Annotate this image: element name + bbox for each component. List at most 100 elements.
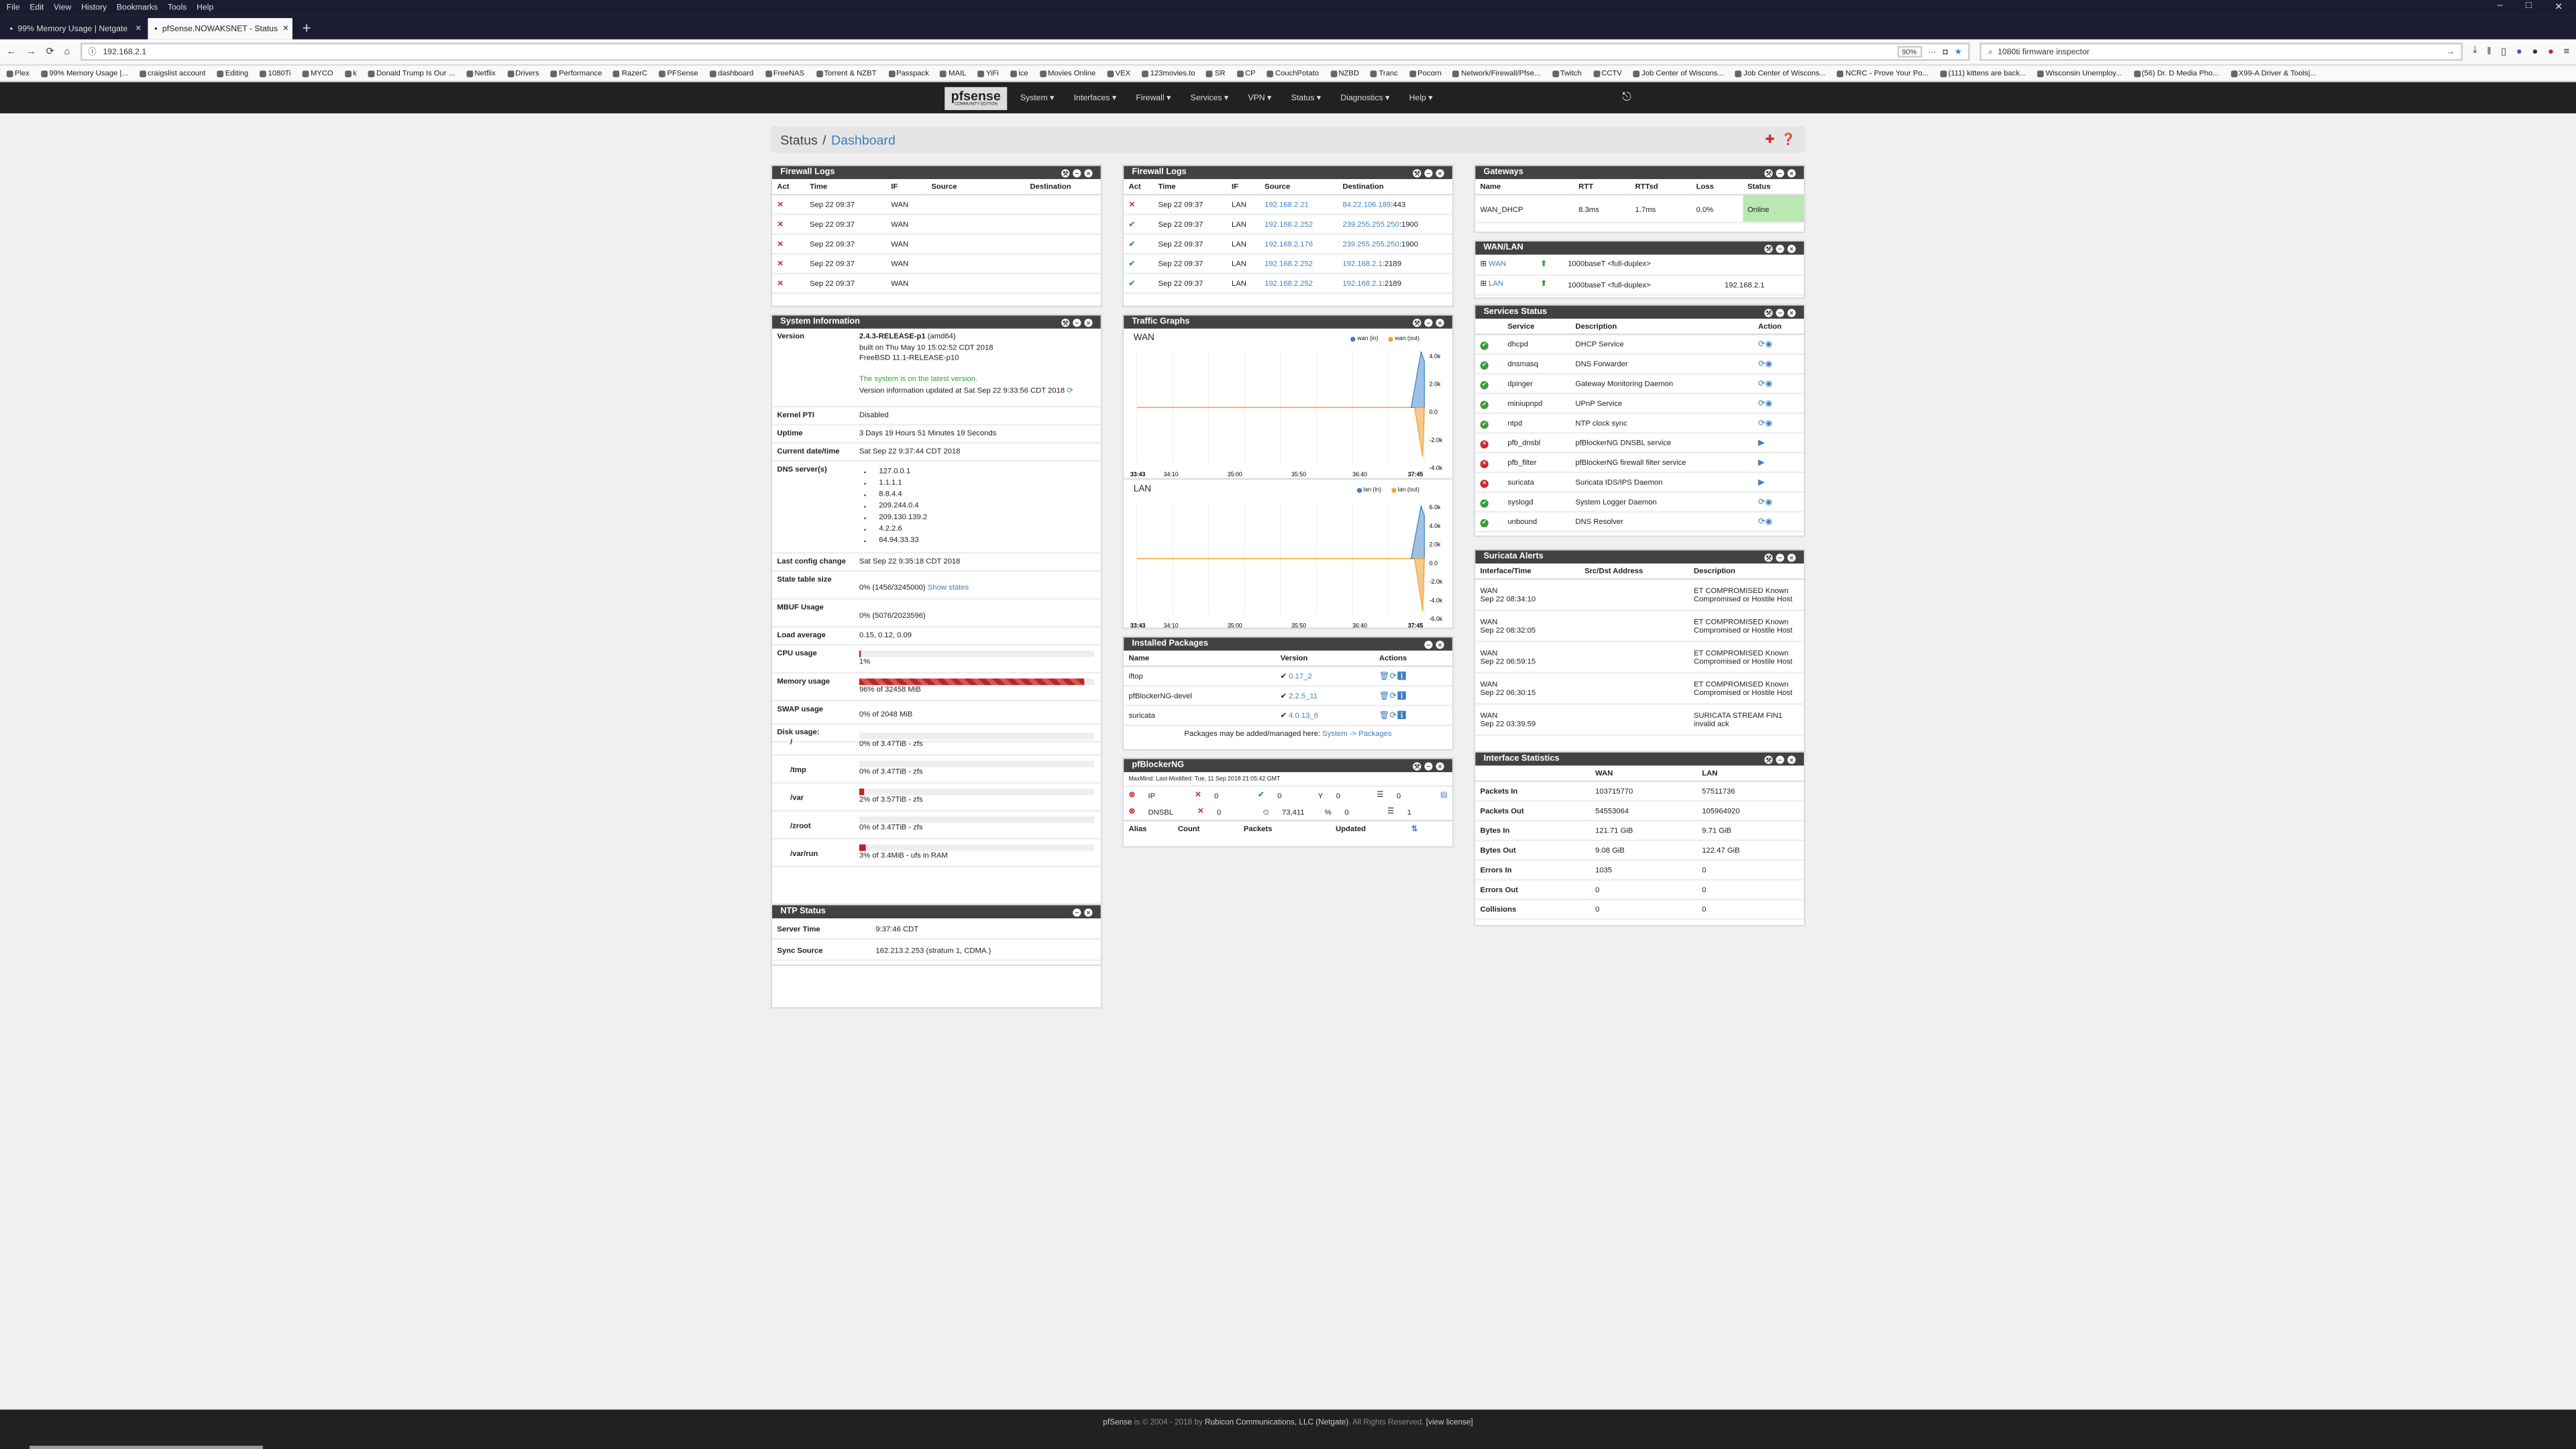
browser-tab[interactable]: ▪ 99% Memory Usage | Netgate ×	[3, 18, 148, 40]
stop-icon[interactable]: ◉	[1765, 497, 1772, 507]
bookmark-item[interactable]: Wisconsin Unemploy...	[2037, 69, 2122, 77]
stop-icon[interactable]: ◉	[1765, 339, 1772, 350]
close-icon[interactable]: ×	[1787, 553, 1796, 561]
bookmark-item[interactable]: k	[344, 69, 357, 77]
bookmark-item[interactable]: (56) Dr. D Media Pho...	[2133, 69, 2219, 77]
interface-link[interactable]: LAN	[1489, 279, 1503, 287]
bookmark-item[interactable]: MAIL	[940, 69, 966, 77]
close-icon[interactable]: ✕	[2555, 1, 2563, 13]
extension-icon[interactable]: ●	[2548, 47, 2554, 57]
addon-icon[interactable]: ●	[2516, 47, 2522, 57]
bookmark-item[interactable]: YiFi	[977, 69, 999, 77]
close-tab-icon[interactable]: ×	[136, 24, 142, 34]
bookmark-item[interactable]: 99% Memory Usage |...	[41, 69, 128, 77]
menu-bookmarks[interactable]: Bookmarks	[117, 3, 158, 13]
minimize-icon[interactable]: −	[1424, 317, 1433, 327]
close-icon[interactable]: ×	[1787, 308, 1796, 317]
account-icon[interactable]: ●	[2532, 47, 2538, 57]
url-bar[interactable]: ⓘ 192.168.2.1 90% ··· ◘ ★	[80, 42, 1970, 61]
bookmark-item[interactable]: Network/Firewall/Pfse...	[1452, 69, 1540, 77]
home-icon[interactable]: ⌂	[64, 47, 70, 57]
reload-icon[interactable]: ⟳	[46, 46, 54, 58]
stop-icon[interactable]: ◉	[1765, 398, 1772, 409]
bookmark-item[interactable]: CouchPotato	[1267, 69, 1319, 77]
bookmark-item[interactable]: CP	[1236, 69, 1256, 77]
log-source[interactable]: 192.168.2.252	[1259, 273, 1338, 294]
stop-icon[interactable]: ◉	[1765, 359, 1772, 369]
bookmark-item[interactable]: VEX	[1107, 69, 1130, 77]
bookmark-item[interactable]: CCTV	[1593, 69, 1622, 77]
info-icon[interactable]: ℹ	[1397, 710, 1407, 720]
wrench-icon[interactable]: ⚒	[1764, 755, 1773, 763]
close-icon[interactable]: ×	[1084, 168, 1093, 177]
sidebar-icon[interactable]: ▯	[2501, 46, 2506, 58]
zoom-level[interactable]: 90%	[1896, 46, 1922, 58]
close-icon[interactable]: ×	[1787, 244, 1796, 252]
bookmark-item[interactable]: FreeNAS	[765, 69, 804, 77]
wrench-icon[interactable]: ⚒	[1764, 308, 1773, 317]
minimize-icon[interactable]: −	[1776, 308, 1784, 317]
bookmark-item[interactable]: 123movies.to	[1142, 69, 1195, 77]
bookmark-item[interactable]: PFSense	[659, 69, 698, 77]
bookmark-item[interactable]: craigslist account	[139, 69, 205, 77]
close-icon[interactable]: ×	[1787, 168, 1796, 177]
packages-link[interactable]: System -> Packages	[1322, 729, 1392, 737]
bookmark-item[interactable]: Movies Online	[1039, 69, 1095, 77]
version-link[interactable]: 0.17_2	[1289, 671, 1311, 679]
download-icon[interactable]: ⤓	[2473, 46, 2477, 58]
wrench-icon[interactable]: ⚒	[1413, 761, 1421, 770]
maximize-icon[interactable]: □	[2526, 1, 2532, 13]
help-icon[interactable]: ❓	[1781, 133, 1795, 146]
menu-help[interactable]: Help	[197, 3, 213, 13]
minimize-icon[interactable]: −	[1424, 639, 1433, 649]
stop-icon[interactable]: ◉	[1765, 418, 1772, 428]
more-icon[interactable]: ···	[1928, 47, 1936, 57]
pass-icon[interactable]: ✔	[1124, 214, 1154, 235]
block-icon[interactable]: ✕	[772, 273, 805, 294]
wrench-icon[interactable]: ⚒	[1061, 168, 1070, 177]
refresh-icon[interactable]: ⟳	[1067, 385, 1073, 393]
interface-link[interactable]: WAN	[1489, 259, 1506, 267]
bookmark-item[interactable]: RazerC	[613, 69, 647, 77]
info-icon[interactable]: ℹ	[1397, 691, 1407, 701]
back-icon[interactable]: ←	[7, 47, 17, 57]
reinstall-icon[interactable]: ⟳	[1389, 671, 1396, 681]
block-icon[interactable]: ✕	[1124, 195, 1154, 215]
log-dst-ip[interactable]: 192.168.2.1	[1342, 279, 1382, 287]
menu-history[interactable]: History	[81, 3, 107, 13]
bookmark-item[interactable]: Tranc	[1371, 69, 1398, 77]
close-icon[interactable]: ×	[1084, 908, 1093, 916]
menu-tools[interactable]: Tools	[168, 3, 187, 13]
breadcrumb-current[interactable]: Dashboard	[831, 132, 896, 147]
bookmark-item[interactable]: Pocorn	[1409, 69, 1442, 77]
browser-tab-active[interactable]: ▪ pfSense.NOWAKSNET - Status ×	[148, 17, 292, 40]
close-icon[interactable]: ×	[1436, 317, 1444, 327]
bookmark-item[interactable]: SR	[1206, 69, 1226, 77]
search-go-icon[interactable]: →	[2447, 47, 2455, 57]
bookmark-item[interactable]: Passpack	[888, 69, 929, 77]
bookmark-item[interactable]: Netflix	[466, 69, 496, 77]
bookmark-item[interactable]: NZBD	[1330, 69, 1359, 77]
sort-icon[interactable]: ⇅	[1411, 824, 1417, 835]
breadcrumb-parent[interactable]: Status	[780, 132, 818, 147]
bookmark-item[interactable]: Job Center of Wiscons...	[1735, 69, 1826, 77]
start-icon[interactable]: ▶	[1758, 477, 1764, 487]
log-source[interactable]: 192.168.2.176	[1259, 233, 1338, 255]
footer-license-link[interactable]: [view license]	[1426, 1419, 1473, 1428]
close-icon[interactable]: ×	[1436, 639, 1444, 649]
nav-diagnostics[interactable]: Diagnostics ▾	[1340, 93, 1389, 103]
bookmark-star-icon[interactable]: ★	[1955, 47, 1962, 57]
pocket-icon[interactable]: ◘	[1943, 47, 1947, 57]
log-dst-ip[interactable]: 192.168.2.1	[1342, 260, 1382, 268]
wrench-icon[interactable]: ⚒	[1764, 168, 1773, 177]
pass-icon[interactable]: ✔	[1124, 254, 1154, 274]
minimize-icon[interactable]: –	[2497, 1, 2502, 13]
hamburger-menu-icon[interactable]: ≡	[2564, 47, 2570, 57]
start-icon[interactable]: ▶	[1758, 438, 1764, 448]
minimize-icon[interactable]: −	[1424, 761, 1433, 770]
log-source[interactable]: 192.168.2.21	[1259, 195, 1338, 215]
trash-icon[interactable]: 🗑	[1379, 691, 1390, 701]
bookmark-item[interactable]: X99-A Driver & Tools|...	[2230, 69, 2316, 77]
menu-file[interactable]: File	[7, 3, 20, 13]
minimize-icon[interactable]: −	[1776, 244, 1784, 252]
